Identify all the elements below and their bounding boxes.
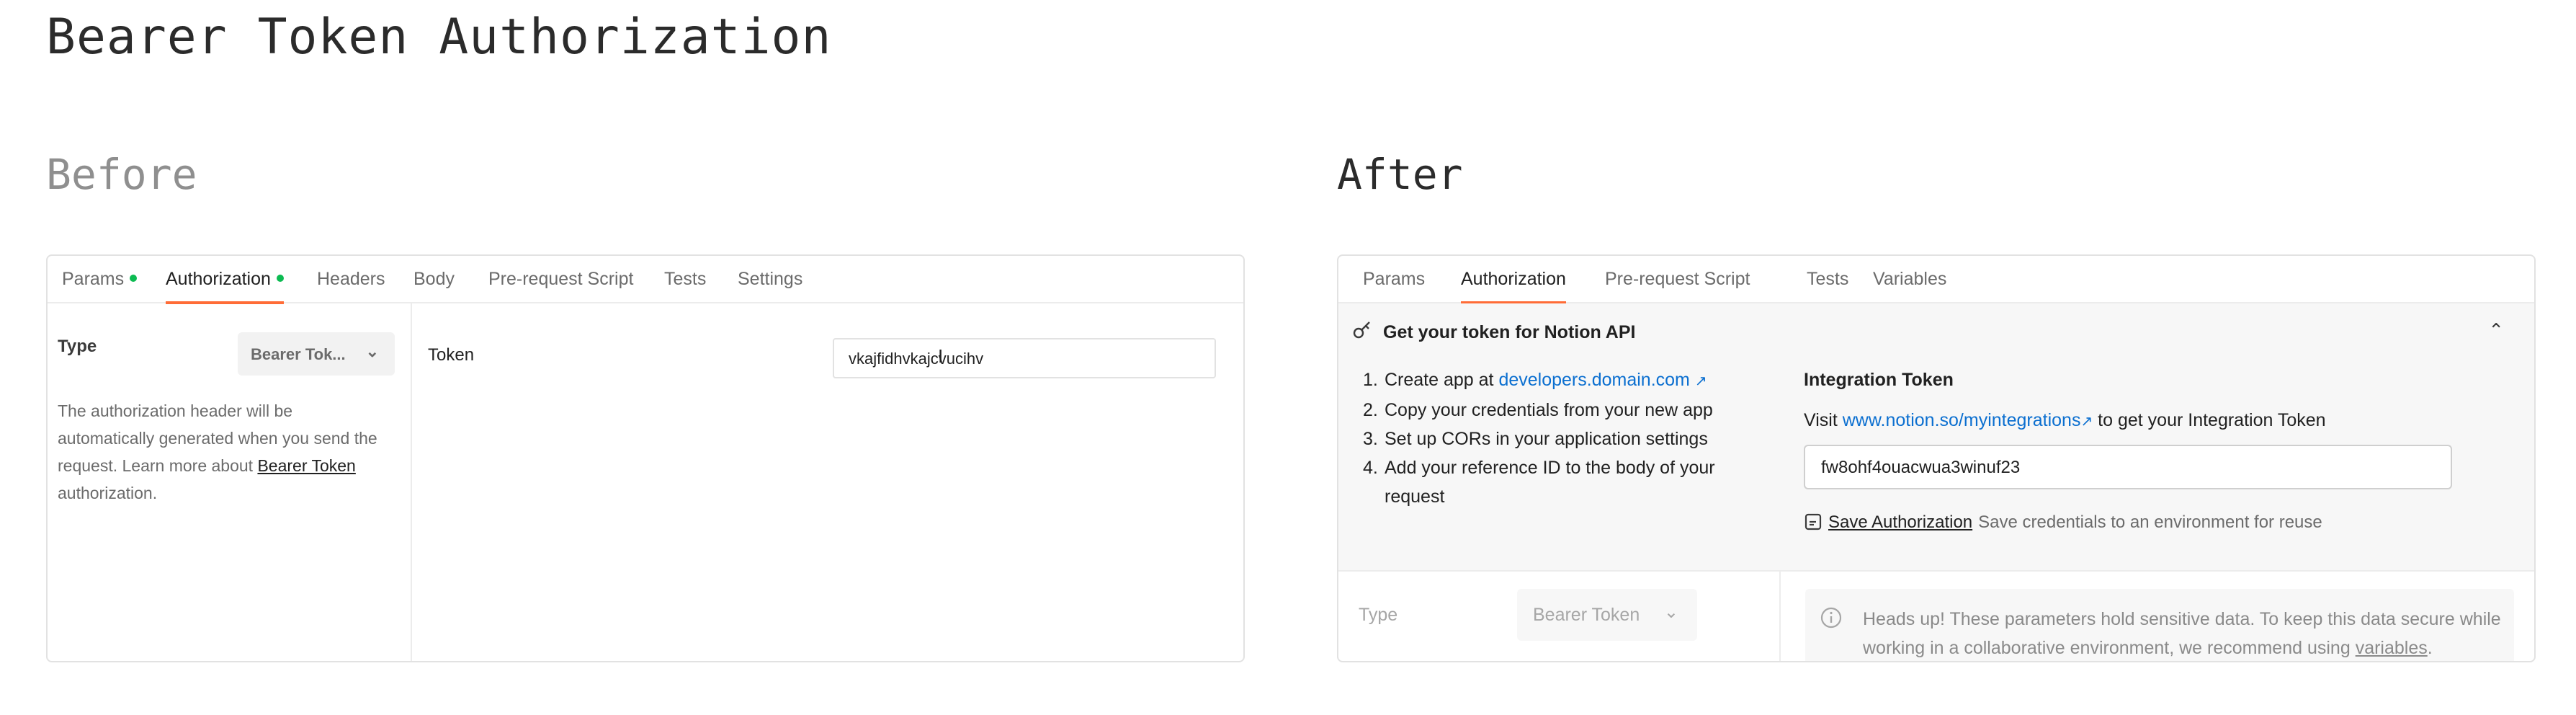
tab-settings[interactable]: Settings xyxy=(738,256,802,303)
before-panel: Params Authorization Headers Body Pre-re… xyxy=(46,254,1245,662)
chevron-up-icon[interactable]: ⌃ xyxy=(2488,319,2504,342)
setup-steps: 1. Create app at developers.domain.com ↗ … xyxy=(1363,365,1766,511)
tab-authorization[interactable]: Authorization xyxy=(166,256,284,304)
integration-token-input[interactable]: fw8ohf4ouacwua3winuf23 xyxy=(1804,445,2452,489)
notice-text: Heads up! These parameters hold sensitiv… xyxy=(1863,605,2504,661)
after-tab-bar: Params Authorization Pre-request Script … xyxy=(1338,256,2534,304)
auth-type-select[interactable]: Bearer Tok... ⌄ xyxy=(238,332,395,376)
save-authorization-button[interactable]: Save Authorization xyxy=(1828,512,1972,532)
tab-pre-request-script[interactable]: Pre-request Script xyxy=(488,256,633,303)
status-dot xyxy=(276,275,284,283)
after-panel: Params Authorization Pre-request Script … xyxy=(1337,254,2536,662)
integration-token-title: Integration Token xyxy=(1804,370,1954,390)
token-input[interactable]: vkajfidhvkajcvucihv xyxy=(833,338,1216,378)
tab-params[interactable]: Params xyxy=(1363,256,1425,303)
tab-tests[interactable]: Tests xyxy=(1807,256,1848,303)
auth-type-value: Bearer Token xyxy=(1533,605,1640,625)
step-text: Create app at xyxy=(1385,370,1494,390)
save-hint: Save credentials to an environment for r… xyxy=(1978,512,2322,532)
notice-end: . xyxy=(2427,638,2433,658)
step-text: Add your reference ID to the body of you… xyxy=(1385,458,1715,507)
list-item: 2. Copy your credentials from your new ap… xyxy=(1363,400,1713,420)
token-guide-section: Get your token for Notion API ⌃ 1. Create… xyxy=(1338,303,2534,572)
auth-type-value: Bearer Tok... xyxy=(251,345,346,363)
tab-pre-request-script[interactable]: Pre-request Script xyxy=(1605,256,1750,303)
notion-integrations-link[interactable]: www.notion.so/myintegrations xyxy=(1843,410,2081,430)
save-icon xyxy=(1804,513,1822,530)
external-link-icon: ↗ xyxy=(1694,373,1707,389)
page-title: Bearer Token Authorization xyxy=(46,9,832,66)
visit-suffix: to get your Integration Token xyxy=(2098,410,2326,430)
tab-params-label: Params xyxy=(62,269,125,289)
list-item: 3. Set up CORs in your application settin… xyxy=(1363,429,1708,449)
auth-type-pane: Type Bearer Tok... ⌄ The authorization h… xyxy=(48,303,412,661)
tab-variables[interactable]: Variables xyxy=(1873,256,1946,303)
tab-params[interactable]: Params xyxy=(62,256,138,303)
token-label: Token xyxy=(428,345,475,365)
save-row: Save Authorization Save credentials to an… xyxy=(1804,512,2322,533)
before-heading: Before xyxy=(46,150,197,199)
description-text-end: authorization. xyxy=(58,484,158,502)
step-text: Copy your credentials from your new app xyxy=(1385,400,1713,420)
tab-headers[interactable]: Headers xyxy=(317,256,385,303)
auth-type-pane: Type Bearer Token ⌄ xyxy=(1338,572,1781,661)
status-dot xyxy=(130,275,138,283)
after-heading: After xyxy=(1337,150,1463,199)
token-guide-heading: Get your token for Notion API xyxy=(1383,322,1636,342)
bearer-token-link[interactable]: Bearer Token xyxy=(257,456,355,475)
step-text: Set up CORs in your application settings xyxy=(1385,429,1708,449)
info-icon xyxy=(1820,607,1842,629)
external-link-icon: ↗ xyxy=(2080,414,2093,430)
auth-type-select[interactable]: Bearer Token ⌄ xyxy=(1517,589,1697,641)
tab-authorization[interactable]: Authorization xyxy=(1461,256,1566,304)
type-label: Type xyxy=(1359,605,1398,625)
tab-body[interactable]: Body xyxy=(413,256,455,303)
auth-description: The authorization header will be automat… xyxy=(58,397,389,507)
list-item: 1. Create app at developers.domain.com ↗ xyxy=(1363,370,1707,390)
variables-link[interactable]: variables xyxy=(2356,638,2428,658)
tab-tests[interactable]: Tests xyxy=(664,256,706,303)
type-label: Type xyxy=(58,337,97,356)
text-cursor-icon: I xyxy=(938,345,944,367)
sensitive-data-notice: Heads up! These parameters hold sensitiv… xyxy=(1805,589,2514,661)
visit-line: Visit www.notion.so/myintegrations↗ to g… xyxy=(1804,410,2326,431)
developers-link[interactable]: developers.domain.com xyxy=(1498,370,1689,390)
list-item: 4. Add your reference ID to the body of y… xyxy=(1363,458,1715,507)
key-icon xyxy=(1353,321,1370,339)
chevron-down-icon: ⌄ xyxy=(1663,603,1678,622)
before-tab-bar: Params Authorization Headers Body Pre-re… xyxy=(48,256,1243,304)
visit-prefix: Visit xyxy=(1804,410,1838,430)
tab-authorization-label: Authorization xyxy=(166,269,271,289)
chevron-down-icon: ⌄ xyxy=(365,342,379,360)
